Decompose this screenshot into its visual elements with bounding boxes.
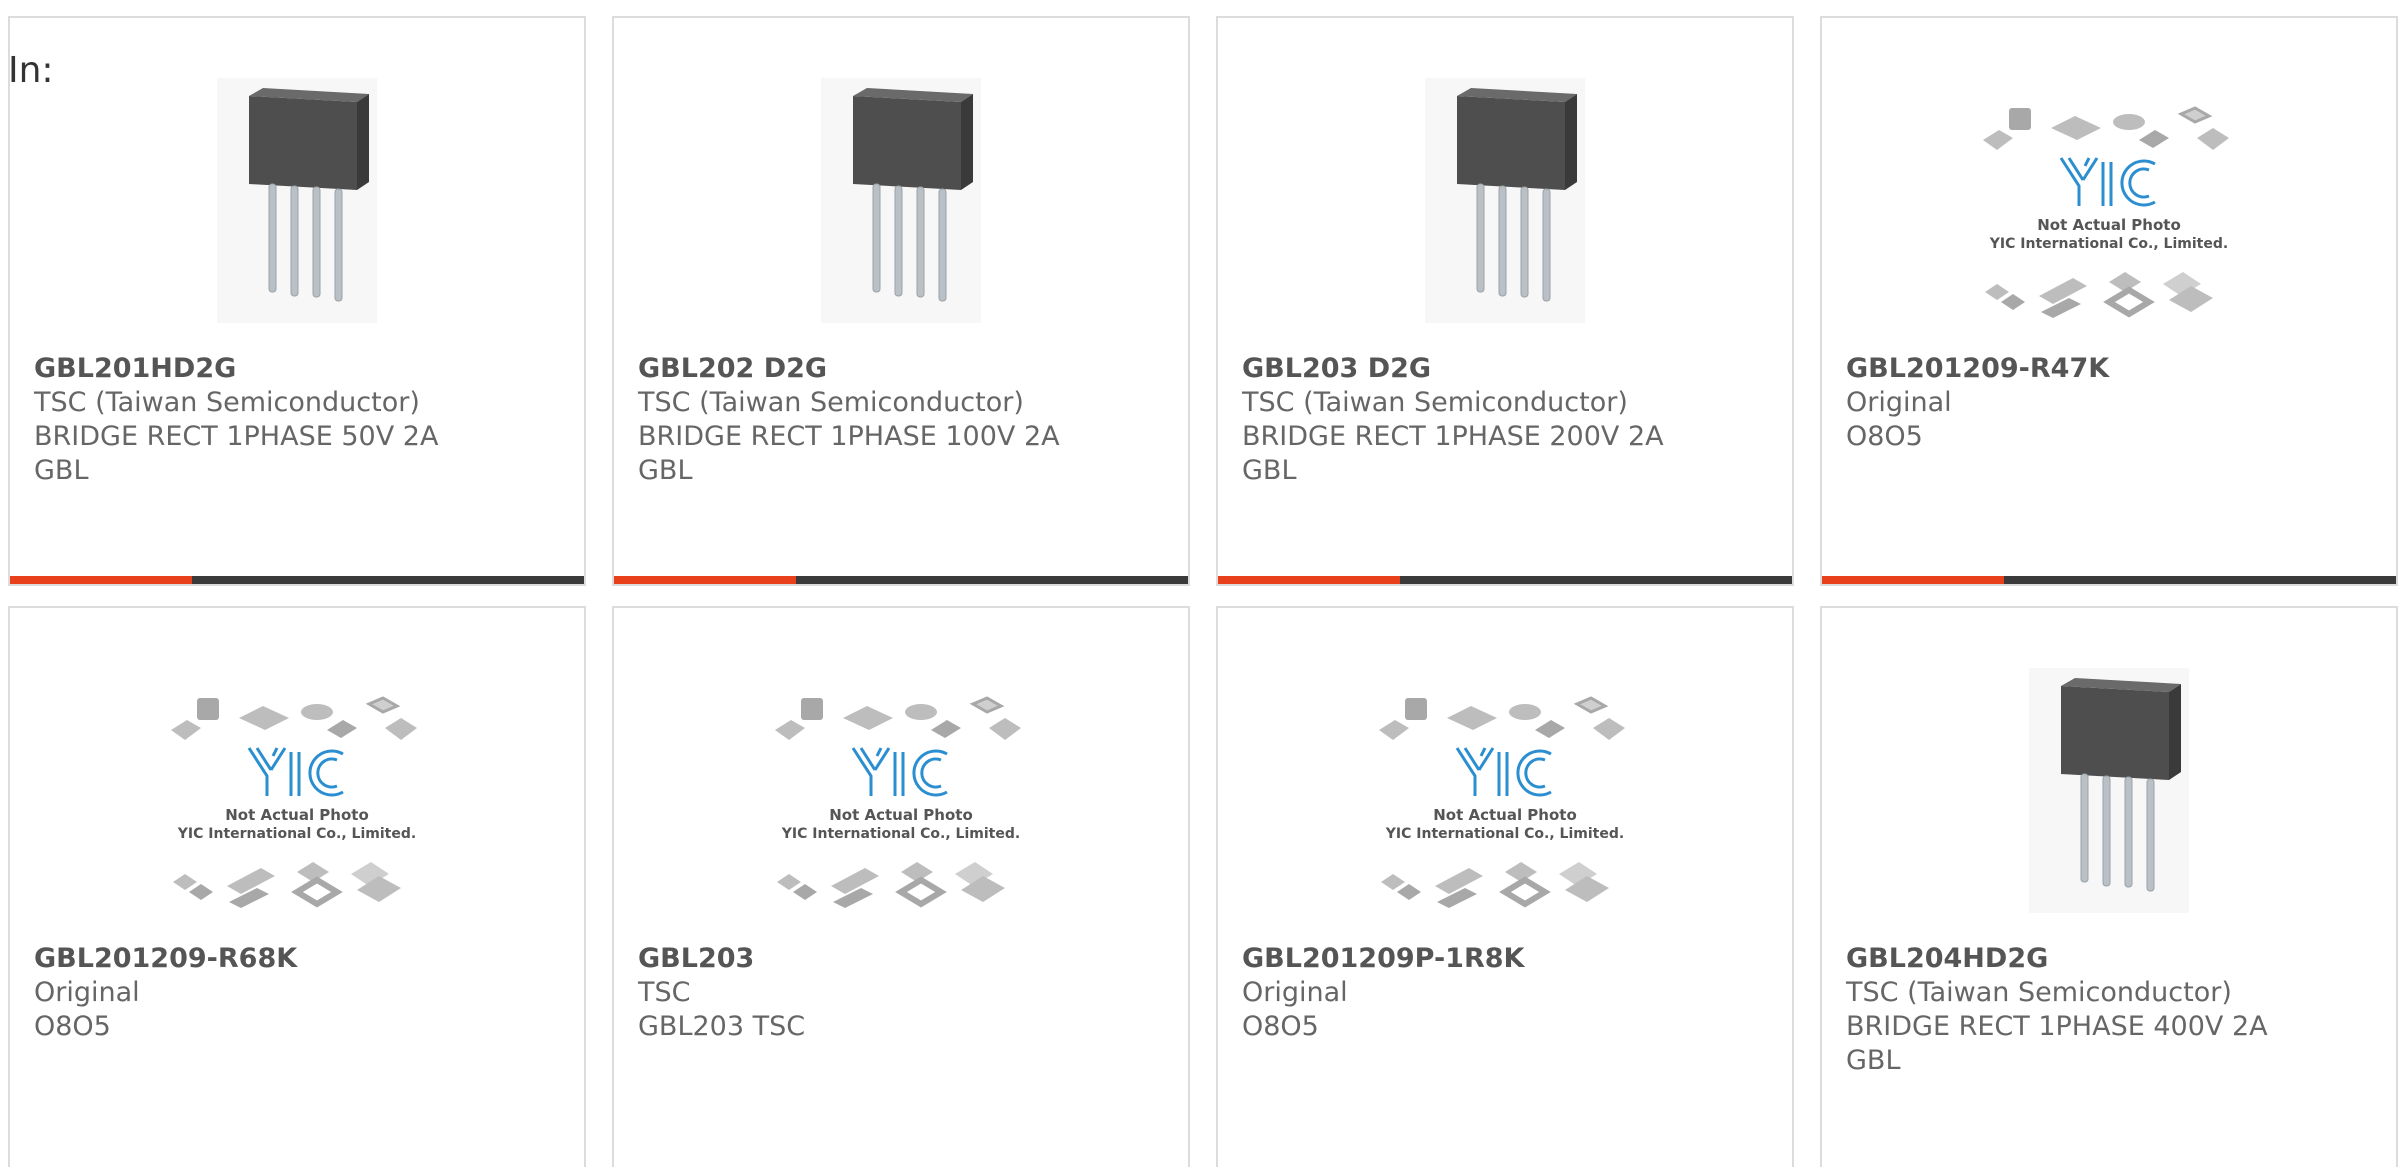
card-accent-bar: [1822, 576, 2004, 584]
description-text: GBL203 TSC: [638, 1011, 806, 1042]
description-text: O8O5: [1846, 421, 1923, 452]
part-number-link[interactable]: GBL204HD2G: [1846, 942, 2386, 976]
not-actual-photo-image: Not Actual Photo YIC International Co., …: [1379, 696, 1625, 908]
placeholder-caption-2: YIC International Co., Limited.: [177, 826, 416, 842]
part-number-link[interactable]: GBL201209P-1R8K: [1242, 942, 1782, 976]
package-text: GBL: [1242, 455, 1297, 486]
product-image[interactable]: Not Actual Photo YIC International Co., …: [761, 668, 1041, 913]
manufacturer-text: Original: [1846, 387, 1952, 418]
product-card[interactable]: GBL201HD2G TSC (Taiwan Semiconductor) BR…: [8, 16, 586, 586]
placeholder-caption-1: Not Actual Photo: [225, 806, 369, 824]
manufacturer-text: TSC (Taiwan Semiconductor): [1242, 387, 1628, 418]
product-card[interactable]: Not Actual Photo YIC International Co., …: [1820, 16, 2398, 586]
description-text: BRIDGE RECT 1PHASE 50V 2A: [34, 421, 439, 452]
placeholder-caption-2: YIC International Co., Limited.: [1385, 826, 1624, 842]
part-number-link[interactable]: GBL201209-R68K: [34, 942, 574, 976]
part-number-link[interactable]: GBL202 D2G: [638, 352, 1178, 386]
bridge-rectifier-image: [2029, 668, 2189, 913]
product-card[interactable]: GBL203 D2G TSC (Taiwan Semiconductor) BR…: [1216, 16, 1794, 586]
placeholder-caption-1: Not Actual Photo: [2037, 216, 2181, 234]
product-image[interactable]: [1365, 78, 1645, 323]
part-number-link[interactable]: GBL203 D2G: [1242, 352, 1782, 386]
product-info: GBL201209P-1R8K Original O8O5: [1242, 942, 1782, 1044]
description-text: O8O5: [1242, 1011, 1319, 1042]
product-image[interactable]: [761, 78, 1041, 323]
product-card[interactable]: GBL202 D2G TSC (Taiwan Semiconductor) BR…: [612, 16, 1190, 586]
manufacturer-text: Original: [34, 977, 140, 1008]
description-text: BRIDGE RECT 1PHASE 200V 2A: [1242, 421, 1664, 452]
product-image[interactable]: Not Actual Photo YIC International Co., …: [157, 668, 437, 913]
not-actual-photo-image: Not Actual Photo YIC International Co., …: [1983, 106, 2229, 318]
product-image[interactable]: [157, 78, 437, 323]
product-grid: GBL201HD2G TSC (Taiwan Semiconductor) BR…: [8, 16, 2398, 1167]
placeholder-caption-1: Not Actual Photo: [829, 806, 973, 824]
description-text: BRIDGE RECT 1PHASE 400V 2A: [1846, 1011, 2268, 1042]
placeholder-caption-1: Not Actual Photo: [1433, 806, 1577, 824]
product-listing-page: In: GBL201HD2G TSC (Taiwan Semiconductor…: [0, 0, 2400, 1167]
part-number-link[interactable]: GBL201209-R47K: [1846, 352, 2386, 386]
manufacturer-text: TSC (Taiwan Semiconductor): [1846, 977, 2232, 1008]
product-info: GBL201209-R68K Original O8O5: [34, 942, 574, 1044]
bridge-rectifier-image: [821, 78, 981, 323]
part-number-link[interactable]: GBL203: [638, 942, 1178, 976]
product-info: GBL202 D2G TSC (Taiwan Semiconductor) BR…: [638, 352, 1178, 488]
description-text: O8O5: [34, 1011, 111, 1042]
product-info: GBL203 TSC GBL203 TSC: [638, 942, 1178, 1044]
placeholder-caption-2: YIC International Co., Limited.: [1989, 236, 2228, 252]
card-bottom-bar: [10, 576, 584, 584]
product-image[interactable]: [1969, 668, 2249, 913]
product-info: GBL201HD2G TSC (Taiwan Semiconductor) BR…: [34, 352, 574, 488]
product-card[interactable]: Not Actual Photo YIC International Co., …: [8, 606, 586, 1167]
product-card[interactable]: Not Actual Photo YIC International Co., …: [612, 606, 1190, 1167]
product-info: GBL203 D2G TSC (Taiwan Semiconductor) BR…: [1242, 352, 1782, 488]
bridge-rectifier-image: [217, 78, 377, 323]
not-actual-photo-image: Not Actual Photo YIC International Co., …: [171, 696, 417, 908]
product-card[interactable]: Not Actual Photo YIC International Co., …: [1216, 606, 1794, 1167]
manufacturer-text: Original: [1242, 977, 1348, 1008]
package-text: GBL: [34, 455, 89, 486]
manufacturer-text: TSC (Taiwan Semiconductor): [638, 387, 1024, 418]
manufacturer-text: TSC (Taiwan Semiconductor): [34, 387, 420, 418]
package-text: GBL: [638, 455, 693, 486]
card-accent-bar: [10, 576, 192, 584]
product-info: GBL204HD2G TSC (Taiwan Semiconductor) BR…: [1846, 942, 2386, 1078]
product-info: GBL201209-R47K Original O8O5: [1846, 352, 2386, 454]
card-accent-bar: [614, 576, 796, 584]
card-bottom-bar: [1822, 576, 2396, 584]
part-number-link[interactable]: GBL201HD2G: [34, 352, 574, 386]
card-bottom-bar: [614, 576, 1188, 584]
in-label: In:: [8, 50, 54, 91]
card-accent-bar: [1218, 576, 1400, 584]
description-text: BRIDGE RECT 1PHASE 100V 2A: [638, 421, 1060, 452]
manufacturer-text: TSC: [638, 977, 691, 1008]
product-image[interactable]: Not Actual Photo YIC International Co., …: [1365, 668, 1645, 913]
product-card[interactable]: GBL204HD2G TSC (Taiwan Semiconductor) BR…: [1820, 606, 2398, 1167]
product-image[interactable]: Not Actual Photo YIC International Co., …: [1969, 78, 2249, 323]
not-actual-photo-image: Not Actual Photo YIC International Co., …: [775, 696, 1021, 908]
card-bottom-bar: [1218, 576, 1792, 584]
package-text: GBL: [1846, 1045, 1901, 1076]
bridge-rectifier-image: [1425, 78, 1585, 323]
placeholder-caption-2: YIC International Co., Limited.: [781, 826, 1020, 842]
